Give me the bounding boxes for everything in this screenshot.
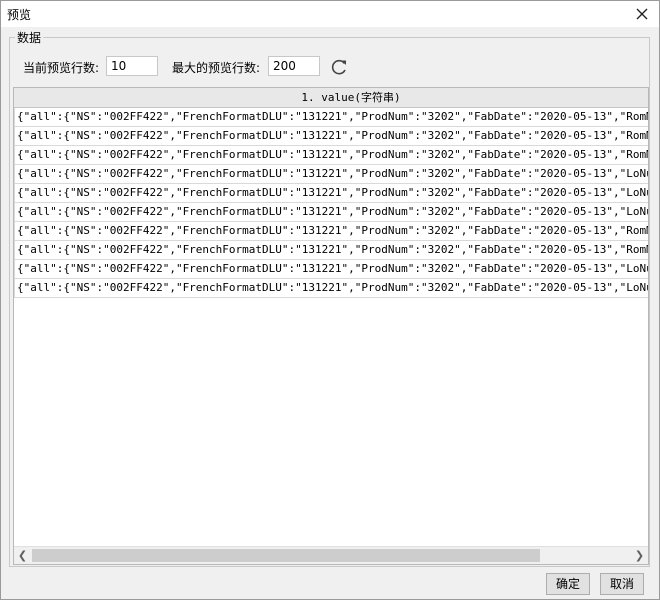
table-row[interactable]: {"all":{"NS":"002FF422","FrenchFormatDLU… — [14, 203, 648, 222]
table-row[interactable]: {"all":{"NS":"002FF422","FrenchFormatDLU… — [14, 165, 648, 184]
grid-rows: {"all":{"NS":"002FF422","FrenchFormatDLU… — [14, 108, 648, 298]
group-label: 数据 — [15, 29, 44, 46]
preview-dialog: 预览 数据 当前预览行数: 10 最大的预览行数: 200 1. value(字… — [0, 0, 660, 600]
max-rows-input[interactable]: 200 — [268, 56, 320, 76]
dialog-title: 预览 — [7, 8, 32, 22]
table-row[interactable]: {"all":{"NS":"002FF422","FrenchFormatDLU… — [14, 241, 648, 260]
cancel-button[interactable]: 取消 — [600, 573, 644, 595]
refresh-icon[interactable] — [329, 57, 349, 77]
table-row[interactable]: {"all":{"NS":"002FF422","FrenchFormatDLU… — [14, 279, 648, 298]
data-grid: 1. value(字符串) {"all":{"NS":"002FF422","F… — [13, 87, 649, 565]
table-row[interactable]: {"all":{"NS":"002FF422","FrenchFormatDLU… — [14, 127, 648, 146]
chevron-left-icon[interactable]: ❮ — [14, 547, 31, 564]
scrollbar-thumb[interactable] — [32, 549, 540, 562]
current-rows-input[interactable]: 10 — [106, 56, 158, 76]
table-row[interactable]: {"all":{"NS":"002FF422","FrenchFormatDLU… — [14, 184, 648, 203]
table-row[interactable]: {"all":{"NS":"002FF422","FrenchFormatDLU… — [14, 222, 648, 241]
column-header-label: 1. value(字符串) — [301, 91, 401, 104]
ok-button[interactable]: 确定 — [546, 573, 590, 595]
chevron-right-icon[interactable]: ❯ — [631, 547, 648, 564]
table-row[interactable]: {"all":{"NS":"002FF422","FrenchFormatDLU… — [14, 108, 648, 127]
table-row[interactable]: {"all":{"NS":"002FF422","FrenchFormatDLU… — [14, 260, 648, 279]
table-row[interactable]: {"all":{"NS":"002FF422","FrenchFormatDLU… — [14, 146, 648, 165]
horizontal-scrollbar[interactable]: ❮ ❯ — [14, 546, 648, 564]
current-rows-label: 当前预览行数: — [23, 61, 100, 75]
max-rows-label: 最大的预览行数: — [172, 61, 261, 75]
close-icon[interactable] — [633, 5, 651, 23]
column-header-value[interactable]: 1. value(字符串) — [14, 88, 648, 108]
title-bar: 预览 — [1, 1, 659, 27]
